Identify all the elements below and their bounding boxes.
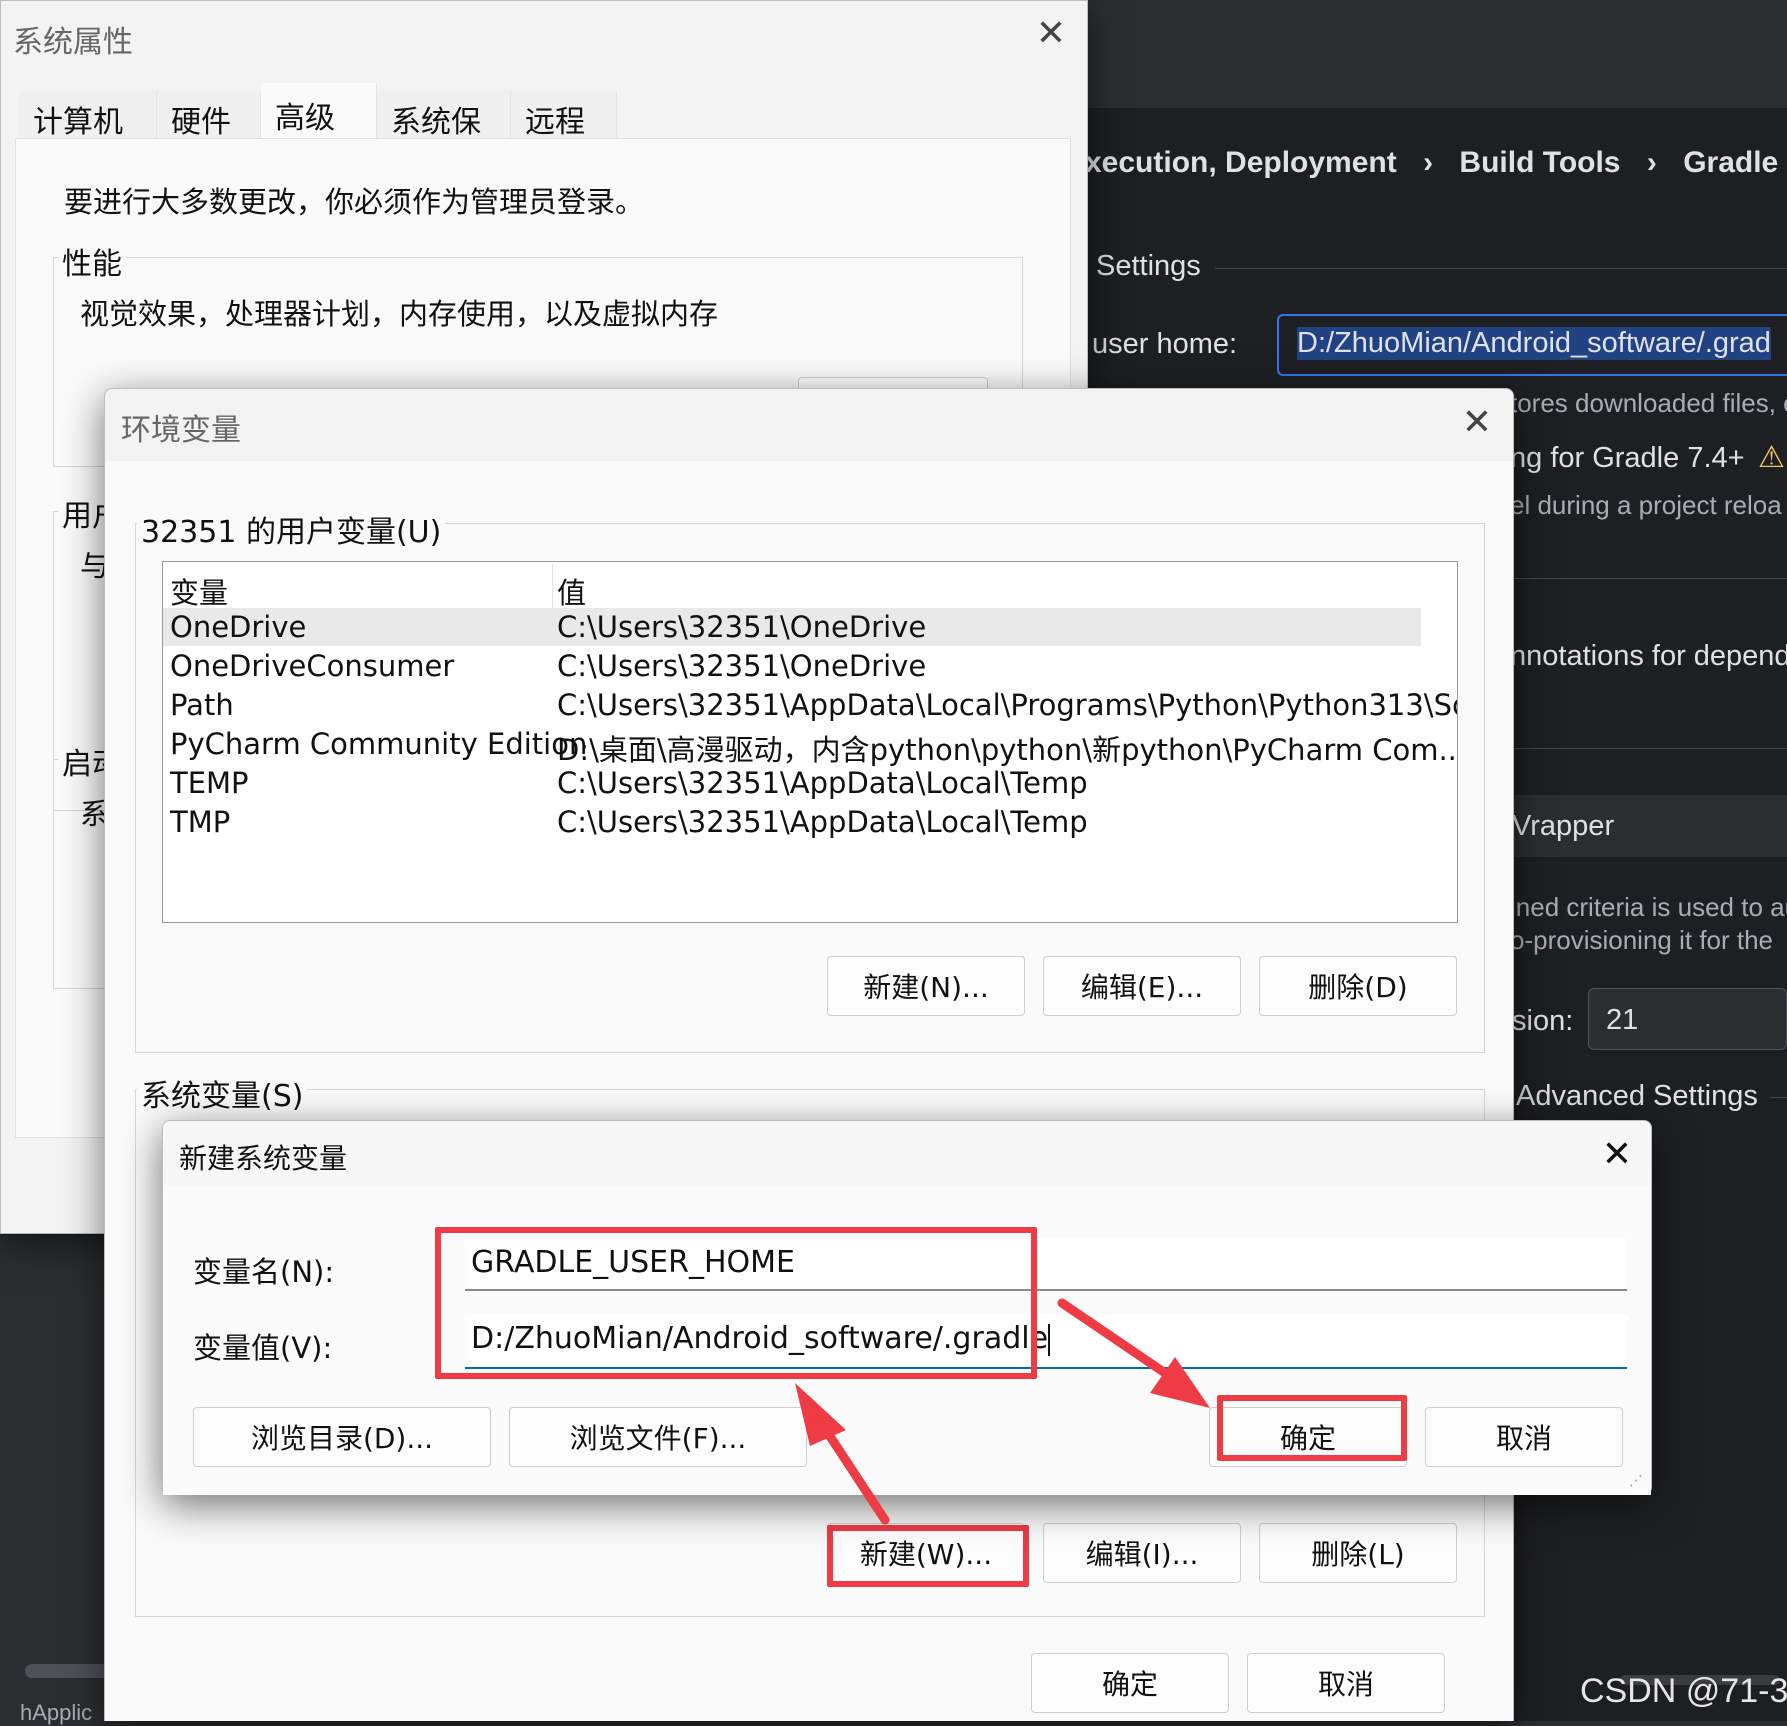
annotation-arrows [795,1298,1210,1525]
arrowhead-up [795,1383,846,1446]
arrow-to-ok [1057,1298,1173,1380]
